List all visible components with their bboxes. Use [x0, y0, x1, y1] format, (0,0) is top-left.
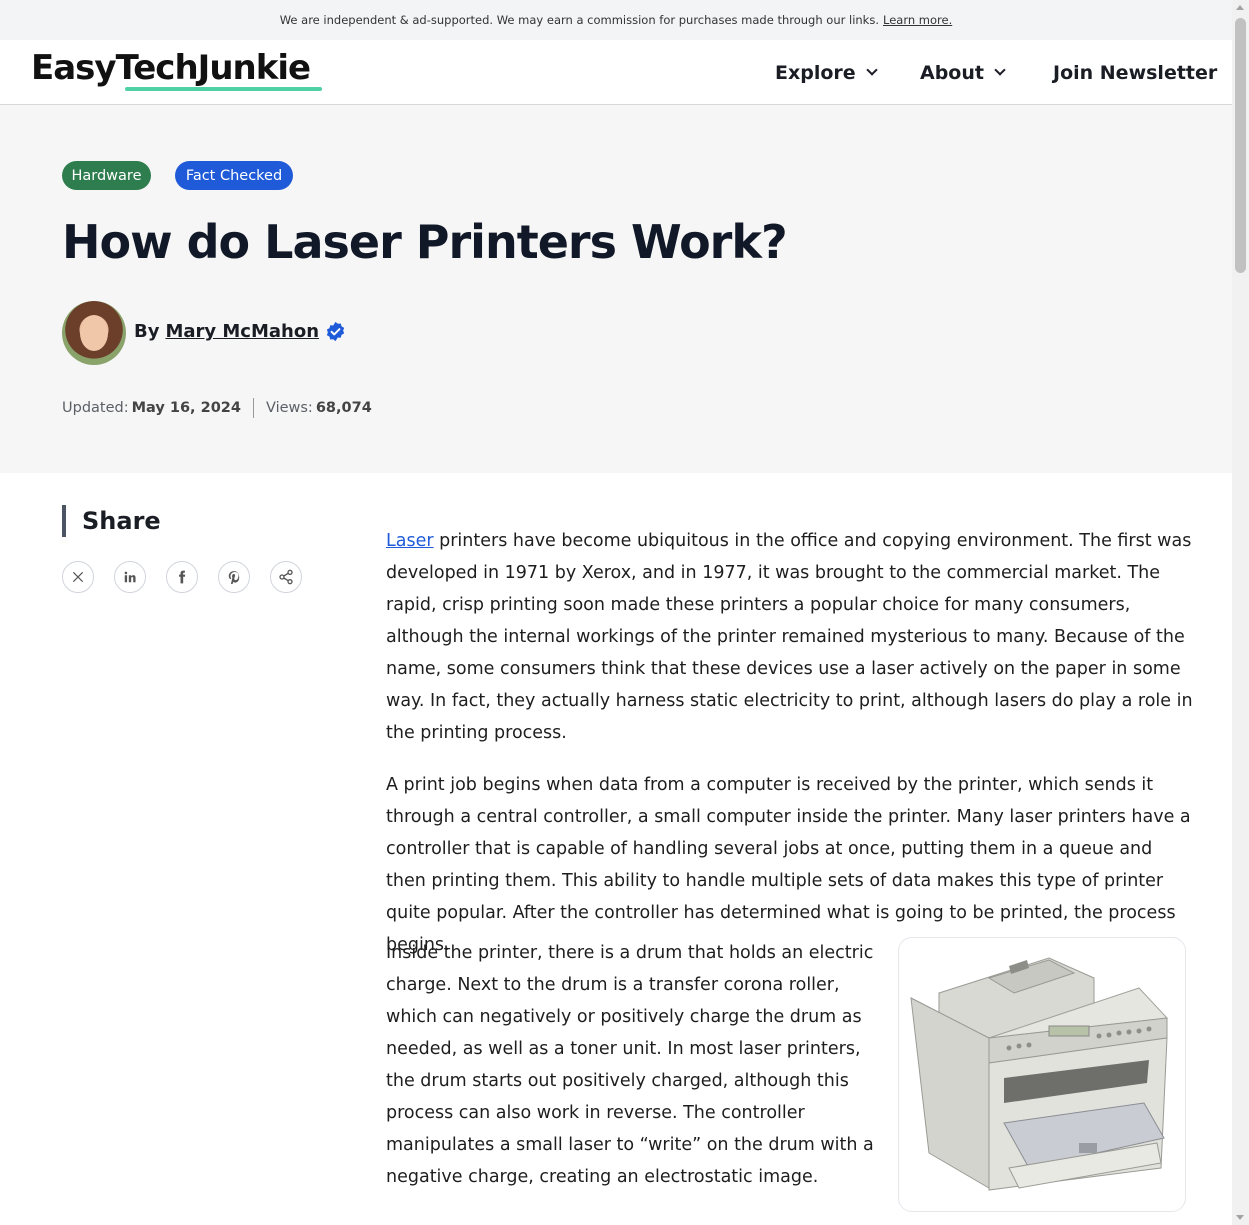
disclosure-text: We are independent & ad-supported. We ma…	[279, 13, 879, 27]
share-more-button[interactable]	[270, 561, 302, 593]
page-scrollbar[interactable]	[1232, 0, 1249, 1225]
author-avatar[interactable]	[62, 301, 126, 365]
updated-label: Updated:	[62, 400, 129, 416]
printer-image[interactable]	[898, 937, 1186, 1212]
verified-badge-icon	[326, 321, 345, 342]
x-icon	[72, 571, 84, 583]
site-logo[interactable]: EasyTechJunkie	[31, 48, 311, 88]
share-linkedin-button[interactable]	[114, 561, 146, 593]
paragraph-text: printers have become ubiquitous in the o…	[386, 531, 1193, 743]
scroll-up-icon[interactable]	[1236, 5, 1244, 10]
page-title: How do Laser Printers Work?	[62, 215, 788, 269]
article-paragraph: A print job begins when data from a comp…	[386, 775, 1191, 955]
author-link[interactable]: Mary McMahon	[165, 321, 319, 342]
meta-divider	[252, 398, 254, 418]
article-paragraph: Laser printers have become ubiquitous in…	[386, 525, 1196, 749]
nav-join-newsletter-label: Join Newsletter	[1053, 62, 1218, 84]
laser-printer-illustration	[910, 957, 1169, 1191]
share-pinterest-button[interactable]	[218, 561, 250, 593]
share-x-button[interactable]	[62, 561, 94, 593]
nav-about[interactable]: About	[920, 62, 1006, 84]
article-hero: Hardware Fact Checked How do Laser Print…	[0, 105, 1232, 473]
disclosure-bar: We are independent & ad-supported. We ma…	[0, 0, 1232, 40]
views-count: 68,074	[315, 400, 372, 416]
facebook-icon	[179, 570, 186, 584]
laser-link[interactable]: Laser	[386, 531, 434, 551]
nav-join-newsletter[interactable]: Join Newsletter	[1053, 62, 1217, 84]
tag-hardware[interactable]: Hardware	[62, 161, 151, 190]
learn-more-link[interactable]: Learn more.	[883, 13, 952, 27]
logo-underline	[125, 87, 322, 91]
views-label: Views:	[265, 400, 313, 416]
article-paragraph: Inside the printer, there is a drum that…	[386, 943, 874, 1187]
nav-about-label: About	[920, 62, 984, 84]
nav-explore-label: Explore	[775, 62, 856, 84]
share-icon	[279, 569, 293, 585]
linkedin-icon	[124, 571, 136, 583]
article-meta: Updated: May 16, 2024 Views: 68,074	[62, 398, 372, 418]
chevron-down-icon	[866, 64, 878, 76]
share-heading: Share	[62, 505, 161, 537]
by-label: By	[134, 321, 160, 342]
share-facebook-button[interactable]	[166, 561, 198, 593]
updated-date: May 16, 2024	[131, 400, 241, 416]
scroll-down-icon[interactable]	[1236, 1215, 1244, 1220]
author-byline: By Mary McMahon	[134, 321, 346, 342]
article-body: Laser printers have become ubiquitous in…	[386, 525, 1196, 981]
chevron-down-icon	[994, 64, 1006, 76]
scrollbar-thumb[interactable]	[1235, 18, 1246, 273]
site-header: EasyTechJunkie Explore About Join Newsle…	[0, 40, 1232, 105]
nav-explore[interactable]: Explore	[775, 62, 878, 84]
tag-fact-checked[interactable]: Fact Checked	[175, 161, 293, 190]
pinterest-icon	[228, 571, 240, 584]
